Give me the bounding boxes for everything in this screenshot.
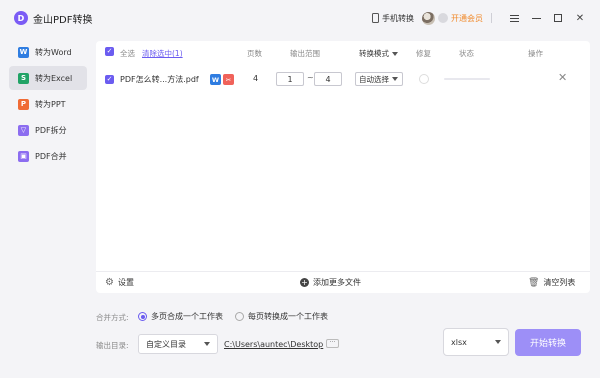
vip-link[interactable]: 开通会员	[451, 13, 483, 24]
output-dir-select-value: 自定义目录	[146, 339, 186, 349]
clear-selection-link[interactable]: 清除选中(1)	[142, 48, 183, 59]
select-all-label: 全选	[120, 49, 135, 58]
menu-icon	[509, 14, 519, 22]
minimize-icon	[531, 17, 541, 19]
range-to-input[interactable]: 4	[314, 72, 342, 86]
output-path-link[interactable]: C:\Users\auntec\Desktop	[224, 340, 323, 349]
divider	[491, 13, 492, 23]
sidebar-item-split[interactable]: ▽ PDF拆分	[9, 118, 87, 142]
app-logo-icon: D	[14, 11, 28, 25]
column-pages: 页数	[247, 49, 262, 58]
avatar[interactable]	[422, 11, 435, 25]
add-files-label: 添加更多文件	[313, 278, 361, 287]
merge-option-single-sheet[interactable]: 多页合成一个工作表	[138, 311, 223, 322]
mode-header-dropdown[interactable]: 转换模式	[359, 48, 398, 59]
close-button[interactable]: ✕	[572, 10, 588, 26]
format-select-value: xlsx	[451, 337, 467, 347]
sidebar-item-label: PDF拆分	[35, 125, 67, 135]
menu-button[interactable]	[506, 10, 522, 26]
chevron-down-icon	[204, 342, 210, 346]
list-footer: ⚙ 设置 + 添加更多文件 🗑 清空列表	[96, 271, 590, 293]
chevron-down-icon	[392, 51, 398, 56]
file-name: PDF怎么转...方法.pdf	[120, 75, 199, 84]
sidebar: W 转为Word S 转为Excel P 转为PPT ▽ PDF拆分 ▣ PDF…	[9, 40, 87, 170]
merge-option-per-page[interactable]: 每页转换成一个工作表	[235, 311, 328, 322]
mode-select-value: 自动选择	[359, 74, 389, 84]
format-select[interactable]: xlsx	[443, 328, 509, 356]
sidebar-item-ppt[interactable]: P 转为PPT	[9, 92, 87, 116]
repair-status-icon	[419, 74, 429, 84]
ppt-icon: P	[18, 98, 29, 110]
trash-icon: 🗑	[528, 277, 540, 288]
clear-list-button[interactable]: 🗑 清空列表	[528, 277, 575, 288]
sidebar-item-label: 转为Excel	[35, 73, 73, 83]
table-header: ✓ 全选 清除选中(1) 页数 输出范围 转换模式 修复 状态 操作	[96, 41, 590, 63]
range-separator: ~	[307, 73, 314, 82]
sidebar-item-merge[interactable]: ▣ PDF合并	[9, 144, 87, 168]
settings-button[interactable]: ⚙ 设置	[105, 277, 134, 288]
column-repair: 修复	[416, 49, 431, 58]
split-icon: ▽	[18, 124, 29, 136]
mode-select[interactable]: 自动选择	[355, 72, 403, 86]
chevron-down-icon	[495, 340, 501, 344]
select-all-checkbox[interactable]: ✓	[105, 47, 114, 56]
maximize-button[interactable]	[550, 10, 566, 26]
close-icon: ✕	[558, 71, 568, 84]
output-dir-select[interactable]: 自定义目录	[138, 334, 218, 354]
column-mode: 转换模式	[359, 49, 389, 58]
add-icon: +	[300, 277, 309, 287]
gear-icon: ⚙	[105, 277, 114, 288]
column-action: 操作	[528, 49, 543, 58]
app-title: 金山PDF转换	[33, 14, 93, 26]
table-row[interactable]: ✓ PDF怎么转...方法.pdf W ✂ 4 1 ~ 4 自动选择 ✕	[96, 68, 590, 90]
coin-icon	[438, 13, 448, 23]
merge-option-2-label: 每页转换成一个工作表	[248, 312, 328, 321]
merge-icon: ▣	[18, 150, 29, 162]
start-convert-button[interactable]: 开始转换	[515, 329, 581, 356]
merge-option-1-label: 多页合成一个工作表	[151, 312, 223, 321]
maximize-icon	[554, 14, 562, 22]
word-badge-icon: W	[210, 74, 221, 85]
phone-icon	[372, 13, 379, 23]
merge-mode-label: 合并方式:	[96, 313, 129, 322]
clear-list-label: 清空列表	[543, 278, 576, 287]
sidebar-item-word[interactable]: W 转为Word	[9, 40, 87, 64]
chevron-down-icon	[392, 77, 398, 81]
minimize-button[interactable]	[528, 10, 544, 26]
range-from-input[interactable]: 1	[276, 72, 304, 86]
word-icon: W	[18, 46, 29, 58]
remove-row-button[interactable]: ✕	[558, 71, 567, 84]
progress-bar	[444, 78, 490, 80]
sidebar-item-label: 转为Word	[35, 47, 72, 57]
title-bar: D 金山PDF转换 手机转换 开通会员 ✕	[0, 0, 600, 36]
radio-unselected	[235, 312, 244, 321]
column-status: 状态	[459, 49, 474, 58]
excel-icon: S	[18, 72, 29, 84]
row-checkbox[interactable]: ✓	[105, 75, 114, 84]
phone-convert-button[interactable]: 手机转换	[372, 13, 414, 24]
phone-convert-label: 手机转换	[382, 13, 414, 23]
output-dir-label: 输出目录:	[96, 341, 129, 350]
radio-selected	[138, 312, 147, 321]
sidebar-item-excel[interactable]: S 转为Excel	[9, 66, 87, 90]
file-list-panel: ✓ 全选 清除选中(1) 页数 输出范围 转换模式 修复 状态 操作 ✓ PDF…	[96, 41, 590, 293]
page-count: 4	[253, 74, 259, 83]
close-icon: ✕	[575, 12, 585, 24]
settings-label: 设置	[117, 278, 134, 287]
sidebar-item-label: PDF合并	[35, 151, 67, 161]
column-range: 输出范围	[290, 49, 320, 58]
add-files-button[interactable]: + 添加更多文件	[300, 277, 361, 288]
sidebar-item-label: 转为PPT	[35, 99, 66, 109]
browse-folder-button[interactable]: ···	[326, 339, 339, 348]
pdf-badge-icon: ✂	[223, 74, 234, 85]
